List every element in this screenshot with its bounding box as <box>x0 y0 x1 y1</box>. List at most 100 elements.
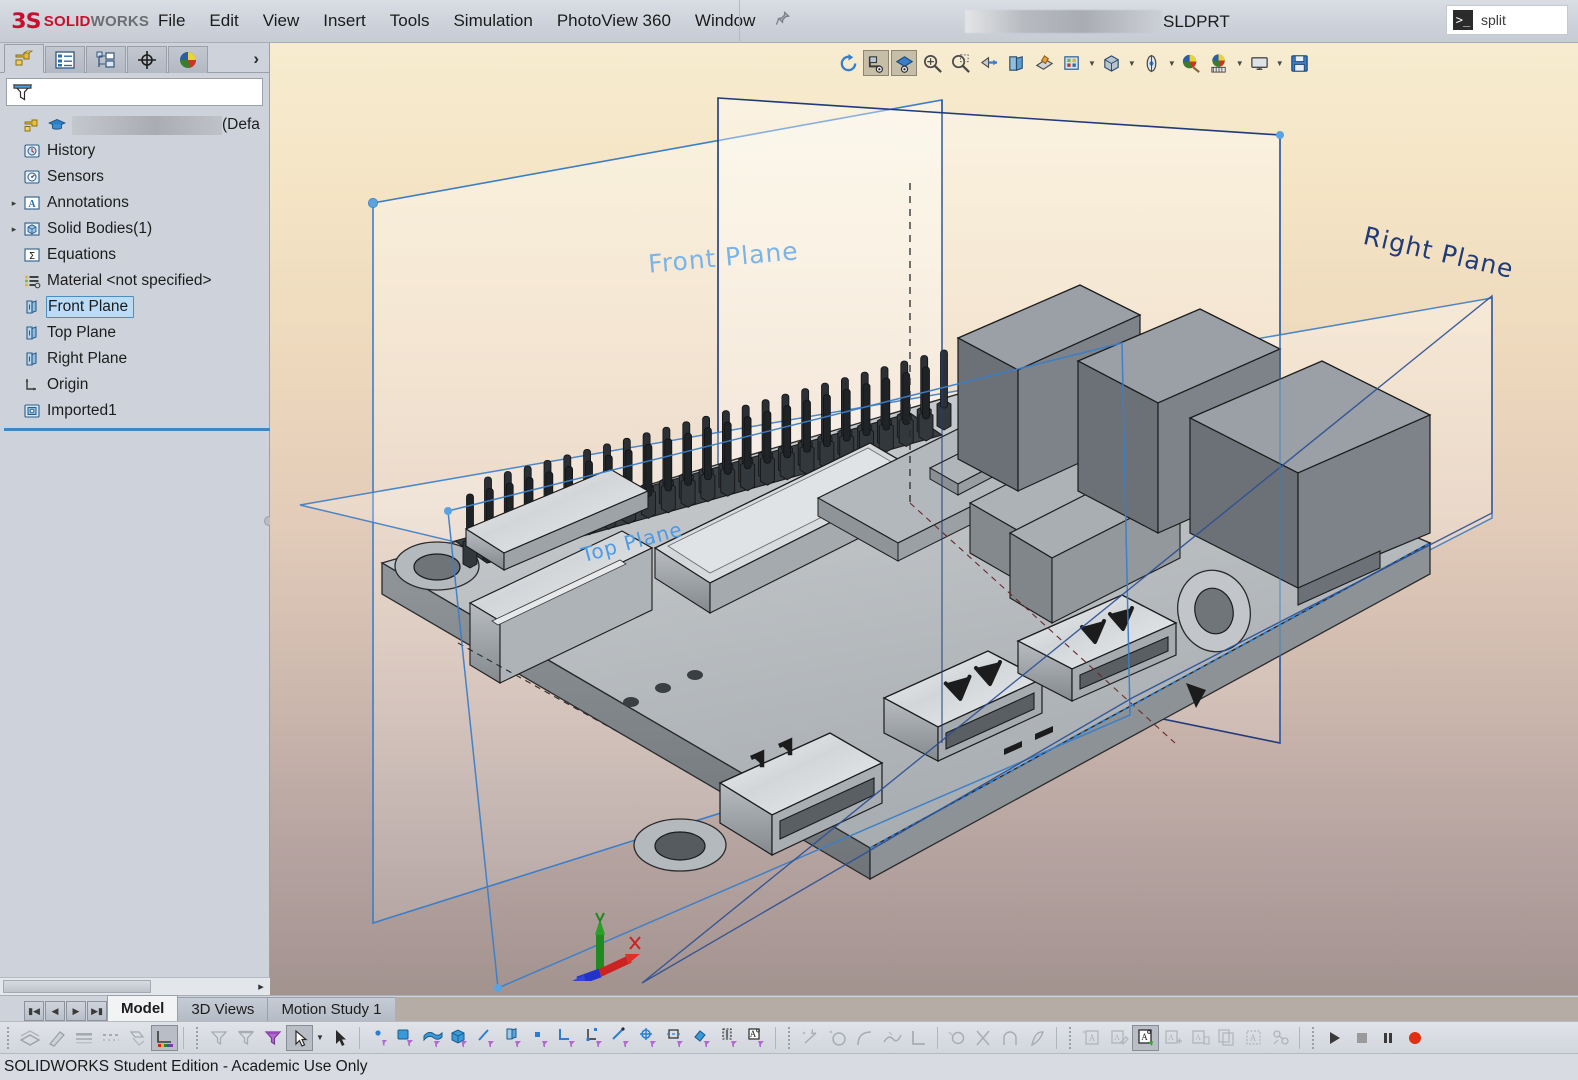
menu-simulation[interactable]: Simulation <box>441 4 544 38</box>
menu-edit[interactable]: Edit <box>197 4 250 38</box>
sketch-corner-icon[interactable] <box>905 1025 932 1051</box>
toolbar-grip[interactable] <box>1067 1026 1073 1049</box>
tree-item-right-plane[interactable]: Right Plane <box>4 346 269 372</box>
edit-color-icon[interactable] <box>43 1025 70 1051</box>
view-orientation-icon[interactable] <box>891 50 917 76</box>
edit-appearance-icon[interactable] <box>1059 50 1085 76</box>
fillet-icon[interactable] <box>943 1025 970 1051</box>
chevron-down-icon[interactable]: ▼ <box>1128 59 1136 68</box>
tree-item-annotations[interactable]: ▸ A Annotations <box>4 190 269 216</box>
tree-filter-input[interactable] <box>6 78 263 106</box>
select-dropdown-caret[interactable]: ▼ <box>313 1025 327 1051</box>
tree-item-imported1[interactable]: Imported1 <box>4 398 269 424</box>
filter-solid-bodies-icon[interactable] <box>446 1025 473 1051</box>
tree-item-part-root[interactable]: (Defa <box>4 112 269 138</box>
filter-annotations-icon[interactable]: A <box>743 1025 770 1051</box>
tree-item-equations[interactable]: Σ Equations <box>4 242 269 268</box>
save-view-icon[interactable] <box>1287 50 1313 76</box>
toolbar-grip[interactable] <box>786 1026 792 1049</box>
filter-points-icon[interactable] <box>527 1025 554 1051</box>
previous-tab-button[interactable]: ◀ <box>45 1001 65 1021</box>
twisty-solid-bodies[interactable]: ▸ <box>6 224 22 235</box>
next-tab-button[interactable]: ▶ <box>66 1001 86 1021</box>
chevron-down-icon[interactable]: ▼ <box>1236 59 1244 68</box>
apply-scene-icon[interactable] <box>1099 50 1125 76</box>
configuration-manager-tab[interactable] <box>86 46 126 73</box>
tree-item-front-plane[interactable]: Front Plane <box>4 294 269 320</box>
menu-photoview-360[interactable]: PhotoView 360 <box>545 4 683 38</box>
last-tab-button[interactable]: ▶▮ <box>87 1001 107 1021</box>
note-icon[interactable]: A <box>1078 1025 1105 1051</box>
tree-item-history[interactable]: History <box>4 138 269 164</box>
filter-center-marks-icon[interactable] <box>635 1025 662 1051</box>
graphics-viewport[interactable]: ▼ ▼ ▼ ▼ ▼ Front Plane Right Plane Top Pl… <box>270 43 1578 995</box>
menu-file[interactable]: File <box>146 4 197 38</box>
note-properties-icon[interactable]: A <box>1186 1025 1213 1051</box>
display-style-icon[interactable] <box>1003 50 1029 76</box>
color-display-mode-icon[interactable] <box>151 1024 178 1051</box>
chevron-down-icon[interactable]: ▼ <box>1168 59 1176 68</box>
display-monitor-icon[interactable] <box>1247 50 1273 76</box>
display-manager-tab[interactable] <box>168 46 208 73</box>
filter-off-icon[interactable] <box>205 1025 232 1051</box>
filter-vertices-icon[interactable] <box>365 1025 392 1051</box>
filter-planes-icon[interactable] <box>500 1025 527 1051</box>
menu-view[interactable]: View <box>251 4 312 38</box>
filter-surface-bodies-icon[interactable] <box>419 1025 446 1051</box>
tree-item-sensors[interactable]: Sensors <box>4 164 269 190</box>
edit-note-icon[interactable]: A <box>1105 1025 1132 1051</box>
line-style-icon[interactable] <box>97 1025 124 1051</box>
menu-tools[interactable]: Tools <box>378 4 442 38</box>
tree-item-origin[interactable]: Origin <box>4 372 269 398</box>
zoom-to-fit-icon[interactable] <box>919 50 945 76</box>
filter-lines-icon[interactable] <box>608 1025 635 1051</box>
previous-view-icon[interactable] <box>835 50 861 76</box>
tree-horizontal-scrollbar[interactable]: ▸ <box>0 977 270 995</box>
sketch-spline-icon[interactable] <box>878 1025 905 1051</box>
line-thickness-icon[interactable] <box>70 1025 97 1051</box>
spline-handle-icon[interactable] <box>1024 1025 1051 1051</box>
record-icon[interactable] <box>1402 1025 1429 1051</box>
chevron-down-icon[interactable]: ▼ <box>1088 59 1096 68</box>
scrollbar-right-arrow[interactable]: ▸ <box>252 979 270 995</box>
tab-motion-study-1[interactable]: Motion Study 1 <box>267 997 396 1021</box>
filter-sketch-icon[interactable] <box>554 1025 581 1051</box>
pause-icon[interactable] <box>1375 1025 1402 1051</box>
scene-sphere-icon[interactable] <box>1207 50 1233 76</box>
trim-icon[interactable] <box>970 1025 997 1051</box>
shaded-icon[interactable] <box>16 1025 43 1051</box>
filter-blocks-icon[interactable] <box>716 1025 743 1051</box>
offset-icon[interactable] <box>997 1025 1024 1051</box>
twisty-annotations[interactable]: ▸ <box>6 198 22 209</box>
property-manager-tab[interactable] <box>45 46 85 73</box>
select-arrow-icon[interactable] <box>286 1024 313 1051</box>
hide-show-items-icon[interactable] <box>1031 50 1057 76</box>
clear-filters-icon[interactable] <box>232 1025 259 1051</box>
select-cursor-icon[interactable] <box>327 1025 354 1051</box>
stop-icon[interactable] <box>1348 1025 1375 1051</box>
dimxpert-manager-tab[interactable] <box>127 46 167 73</box>
sketch-arc-icon[interactable] <box>851 1025 878 1051</box>
filter-centerline-icon[interactable] <box>662 1025 689 1051</box>
play-icon[interactable] <box>1321 1025 1348 1051</box>
toggle-filters-icon[interactable] <box>259 1025 286 1051</box>
section-view-icon[interactable] <box>863 50 889 76</box>
chevron-down-icon[interactable]: ▼ <box>1276 59 1284 68</box>
appearances-icon[interactable] <box>1179 50 1205 76</box>
toolbar-grip[interactable] <box>5 1026 11 1049</box>
filter-weld-bead-icon[interactable] <box>689 1025 716 1051</box>
filter-faces-icon[interactable] <box>392 1025 419 1051</box>
feature-manager-tab[interactable] <box>4 44 44 73</box>
view-settings-icon[interactable] <box>1139 50 1165 76</box>
tree-rollback-bar[interactable] <box>4 428 272 431</box>
hide-edge-icon[interactable] <box>124 1025 151 1051</box>
tab-model[interactable]: Model <box>107 995 179 1021</box>
tab-3d-views[interactable]: 3D Views <box>177 997 269 1021</box>
split-widget[interactable]: >_ split <box>1446 5 1568 35</box>
toolbar-grip[interactable] <box>194 1026 200 1049</box>
menu-insert[interactable]: Insert <box>311 4 378 38</box>
tree-item-material[interactable]: Material <not specified> <box>4 268 269 294</box>
copy-note-icon[interactable] <box>1213 1025 1240 1051</box>
filter-dimensions-icon[interactable] <box>581 1025 608 1051</box>
zoom-to-area-icon[interactable] <box>947 50 973 76</box>
